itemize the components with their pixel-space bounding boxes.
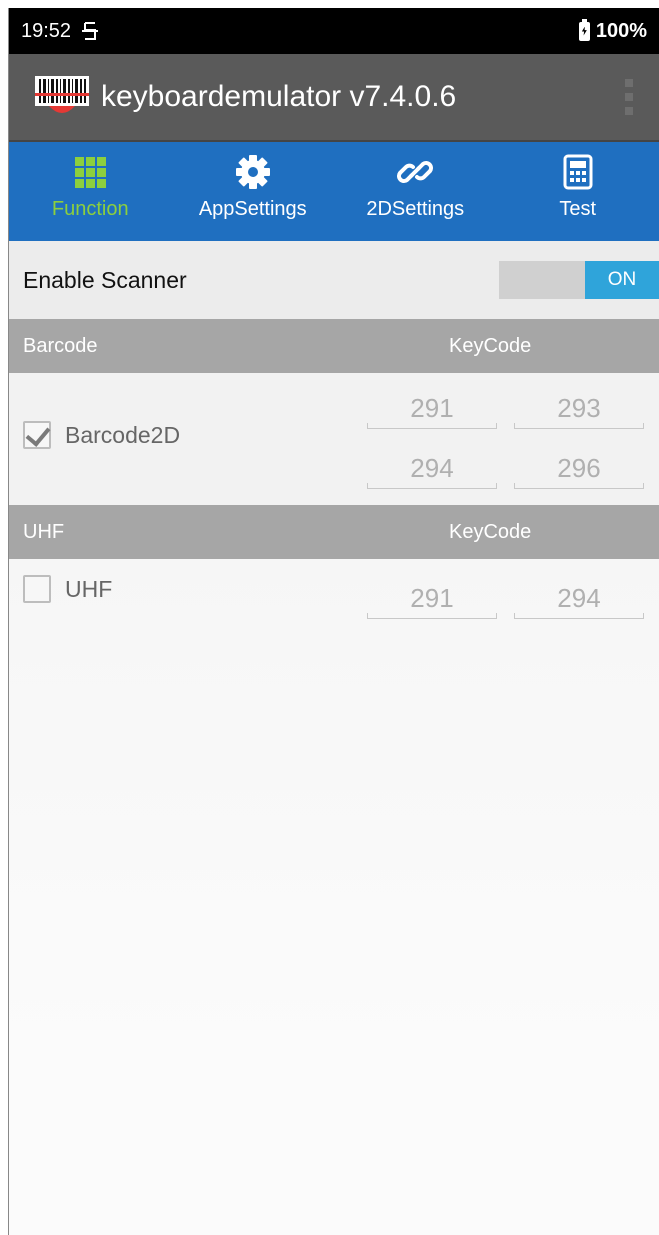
- toggle-on-label: ON: [585, 261, 659, 299]
- barcode2d-row: Barcode2D 291 293 294 296: [9, 373, 659, 505]
- grid-icon: [74, 156, 106, 188]
- status-time: 19:52: [21, 19, 72, 42]
- tab-function-label: Function: [51, 198, 129, 220]
- barcode2d-label: Barcode2D: [65, 421, 181, 448]
- gear-icon: [235, 155, 270, 189]
- barcode2d-keycode-field-3[interactable]: 294: [367, 443, 497, 493]
- tab-2dsettings[interactable]: 2DSettings: [334, 142, 497, 241]
- tab-appsettings[interactable]: AppSettings: [172, 142, 335, 241]
- tab-bar: Function AppSettings 2DSettings Test: [9, 142, 659, 241]
- enable-scanner-label: Enable Scanner: [23, 266, 187, 293]
- barcode-section-title: Barcode: [23, 334, 98, 357]
- tab-test-label: Test: [559, 198, 597, 220]
- calculator-icon: [563, 154, 593, 190]
- link-icon: [397, 161, 434, 183]
- toggle-track: [499, 261, 585, 299]
- overflow-dot-icon: [625, 79, 633, 87]
- uhf-keycode-field-1[interactable]: 291: [367, 573, 497, 623]
- overflow-dot-icon: [625, 107, 633, 115]
- barcode2d-checkbox-group[interactable]: Barcode2D: [23, 421, 180, 449]
- barcode2d-keycode-field-1[interactable]: 291: [367, 383, 497, 433]
- uhf-keycode-field-2[interactable]: 294: [514, 573, 644, 623]
- overflow-menu-button[interactable]: [599, 67, 659, 127]
- uhf-label: UHF: [65, 575, 113, 602]
- barcode2d-keycode-field-2[interactable]: 293: [514, 383, 644, 433]
- overflow-dot-icon: [625, 93, 633, 101]
- uhf-checkbox[interactable]: [23, 575, 51, 603]
- uhf-section-header: UHF KeyCode: [9, 505, 659, 559]
- app-bar: keyboardemulator v7.4.0.6: [9, 54, 659, 142]
- tab-function[interactable]: Function: [9, 142, 172, 241]
- uhf-checkbox-group[interactable]: UHF: [23, 575, 112, 603]
- uhf-section-title: UHF: [23, 520, 65, 543]
- barcode-keycode-header: KeyCode: [449, 334, 532, 357]
- barcode2d-keycode-field-4[interactable]: 296: [514, 443, 644, 493]
- tab-test[interactable]: Test: [497, 142, 659, 241]
- tab-2dsettings-label: 2DSettings: [366, 198, 465, 220]
- app-title: keyboardemulator v7.4.0.6: [101, 80, 457, 113]
- app-screen: 19:52 100% keyboardemulator v7.4.0.6 Fun…: [8, 8, 659, 1235]
- barcode-section-header: Barcode KeyCode: [9, 319, 659, 373]
- enable-scanner-toggle[interactable]: ON: [499, 261, 659, 299]
- battery-level: 100%: [595, 19, 647, 42]
- barcode-scanner-logo-icon: [35, 76, 89, 113]
- status-bar: 19:52 100%: [9, 8, 659, 54]
- uhf-keycode-header: KeyCode: [449, 520, 532, 543]
- uhf-row: UHF 291 294: [9, 559, 659, 631]
- tab-appsettings-label: AppSettings: [198, 198, 307, 220]
- barcode2d-checkbox[interactable]: [23, 421, 51, 449]
- battery-icon: [578, 18, 590, 41]
- enable-scanner-row: Enable Scanner ON: [9, 241, 659, 319]
- sync-icon: [82, 22, 99, 40]
